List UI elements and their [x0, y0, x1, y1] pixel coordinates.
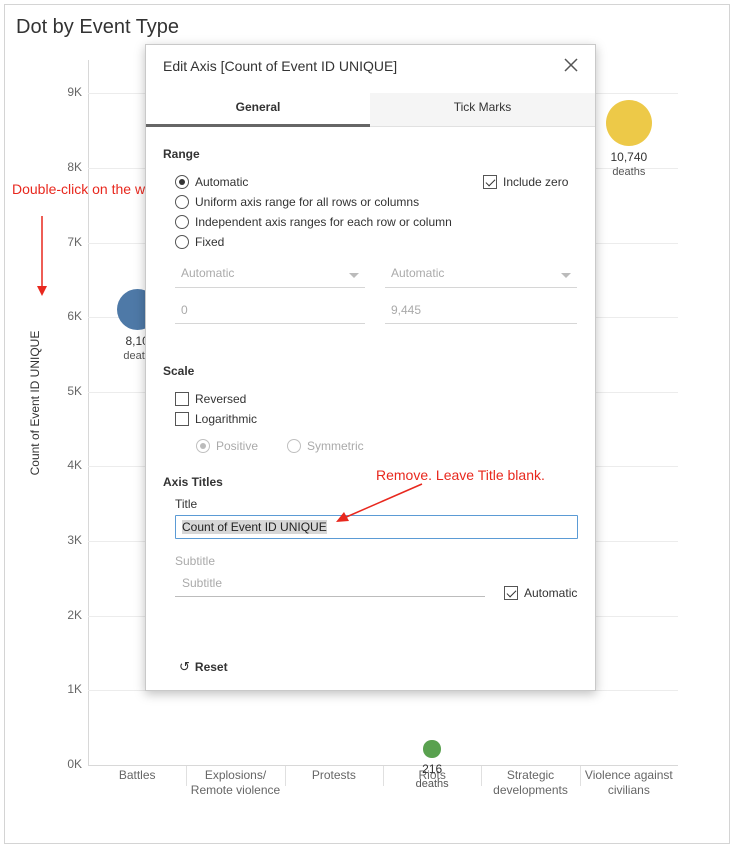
dialog-title: Edit Axis [Count of Event ID UNIQUE]	[163, 58, 398, 74]
y-axis-title[interactable]: Count of Event ID UNIQUE	[28, 328, 42, 478]
checkbox-icon[interactable]	[175, 392, 189, 406]
y-tick-label: 8K	[67, 159, 82, 174]
checkbox-checked-icon[interactable]	[504, 586, 518, 600]
range-end-input[interactable]: 9,445	[385, 298, 577, 324]
category-divider	[383, 766, 384, 786]
x-tick-label: Violence against civilians	[584, 768, 673, 797]
scale-symmetric-radio[interactable]: Symmetric	[287, 439, 364, 453]
y-tick-label: 3K	[67, 533, 82, 548]
reset-icon: ↺	[179, 659, 190, 674]
y-tick-label: 1K	[67, 682, 82, 697]
reversed-checkbox[interactable]: Reversed	[175, 392, 246, 406]
category-divider	[481, 766, 483, 786]
radio-selected-icon[interactable]	[196, 439, 210, 453]
close-icon[interactable]	[561, 55, 581, 75]
range-option-fixed[interactable]: Fixed	[175, 235, 224, 249]
range-option-independent[interactable]: Independent axis ranges for each row or …	[175, 215, 452, 229]
category-divider	[284, 766, 286, 786]
range-option-uniform[interactable]: Uniform axis range for all rows or colum…	[175, 195, 419, 209]
y-tick-label: 0K	[67, 757, 82, 771]
range-start-input[interactable]: 0	[175, 298, 365, 324]
y-tick-label: 6K	[67, 309, 82, 324]
x-tick-label: Protests	[311, 768, 356, 782]
category-divider	[579, 766, 581, 786]
scale-heading: Scale	[163, 364, 195, 378]
data-point[interactable]	[423, 740, 441, 758]
y-tick-label: 9K	[67, 85, 82, 100]
data-label: 216 deaths	[415, 761, 449, 790]
x-tick-label: Explosions/Remote violence	[190, 768, 281, 797]
dialog-tabs: General Tick Marks	[146, 93, 595, 127]
category-divider	[186, 766, 188, 786]
checkbox-icon[interactable]	[175, 412, 189, 426]
subtitle-automatic-checkbox[interactable]: Automatic	[504, 586, 577, 600]
x-tick-label: Battles	[118, 768, 156, 782]
radio-icon[interactable]	[287, 439, 301, 453]
axis-titles-heading: Axis Titles	[163, 475, 223, 489]
include-zero-checkbox[interactable]: Include zero	[483, 175, 568, 189]
y-axis-line	[88, 60, 89, 765]
tab-general[interactable]: General	[146, 93, 370, 127]
range-heading: Range	[163, 147, 200, 161]
tab-tick-marks[interactable]: Tick Marks	[370, 93, 595, 127]
radio-icon[interactable]	[175, 235, 189, 249]
annotation-arrow-left	[336, 483, 423, 522]
edit-axis-dialog: Edit Axis [Count of Event ID UNIQUE] Gen…	[145, 44, 596, 691]
scale-positive-radio[interactable]: Positive	[196, 439, 258, 453]
radio-icon[interactable]	[175, 215, 189, 229]
range-end-dropdown[interactable]: Automatic	[385, 262, 577, 288]
y-tick-label: 4K	[67, 458, 82, 473]
radio-icon[interactable]	[175, 195, 189, 209]
subtitle-input[interactable]: Subtitle	[175, 573, 485, 597]
logarithmic-checkbox[interactable]: Logarithmic	[175, 412, 257, 426]
subtitle-label: Subtitle	[175, 554, 216, 568]
radio-selected-icon[interactable]	[175, 175, 189, 189]
range-option-automatic[interactable]: Automatic	[175, 175, 248, 189]
data-point[interactable]	[605, 99, 652, 147]
range-start-dropdown[interactable]: Automatic	[175, 262, 365, 288]
y-tick-label: 5K	[67, 383, 82, 398]
title-label: Title	[175, 497, 198, 511]
reset-button[interactable]: ↺ Reset	[179, 659, 228, 675]
y-tick-label: 2K	[67, 607, 82, 622]
chevron-down-icon	[561, 273, 571, 278]
checkbox-checked-icon[interactable]	[483, 175, 497, 189]
data-label: 10,740 deaths	[610, 150, 648, 179]
annotation-arrow-down	[37, 216, 47, 296]
chevron-down-icon	[349, 273, 359, 278]
x-tick-label: Strategic developments	[493, 768, 568, 797]
